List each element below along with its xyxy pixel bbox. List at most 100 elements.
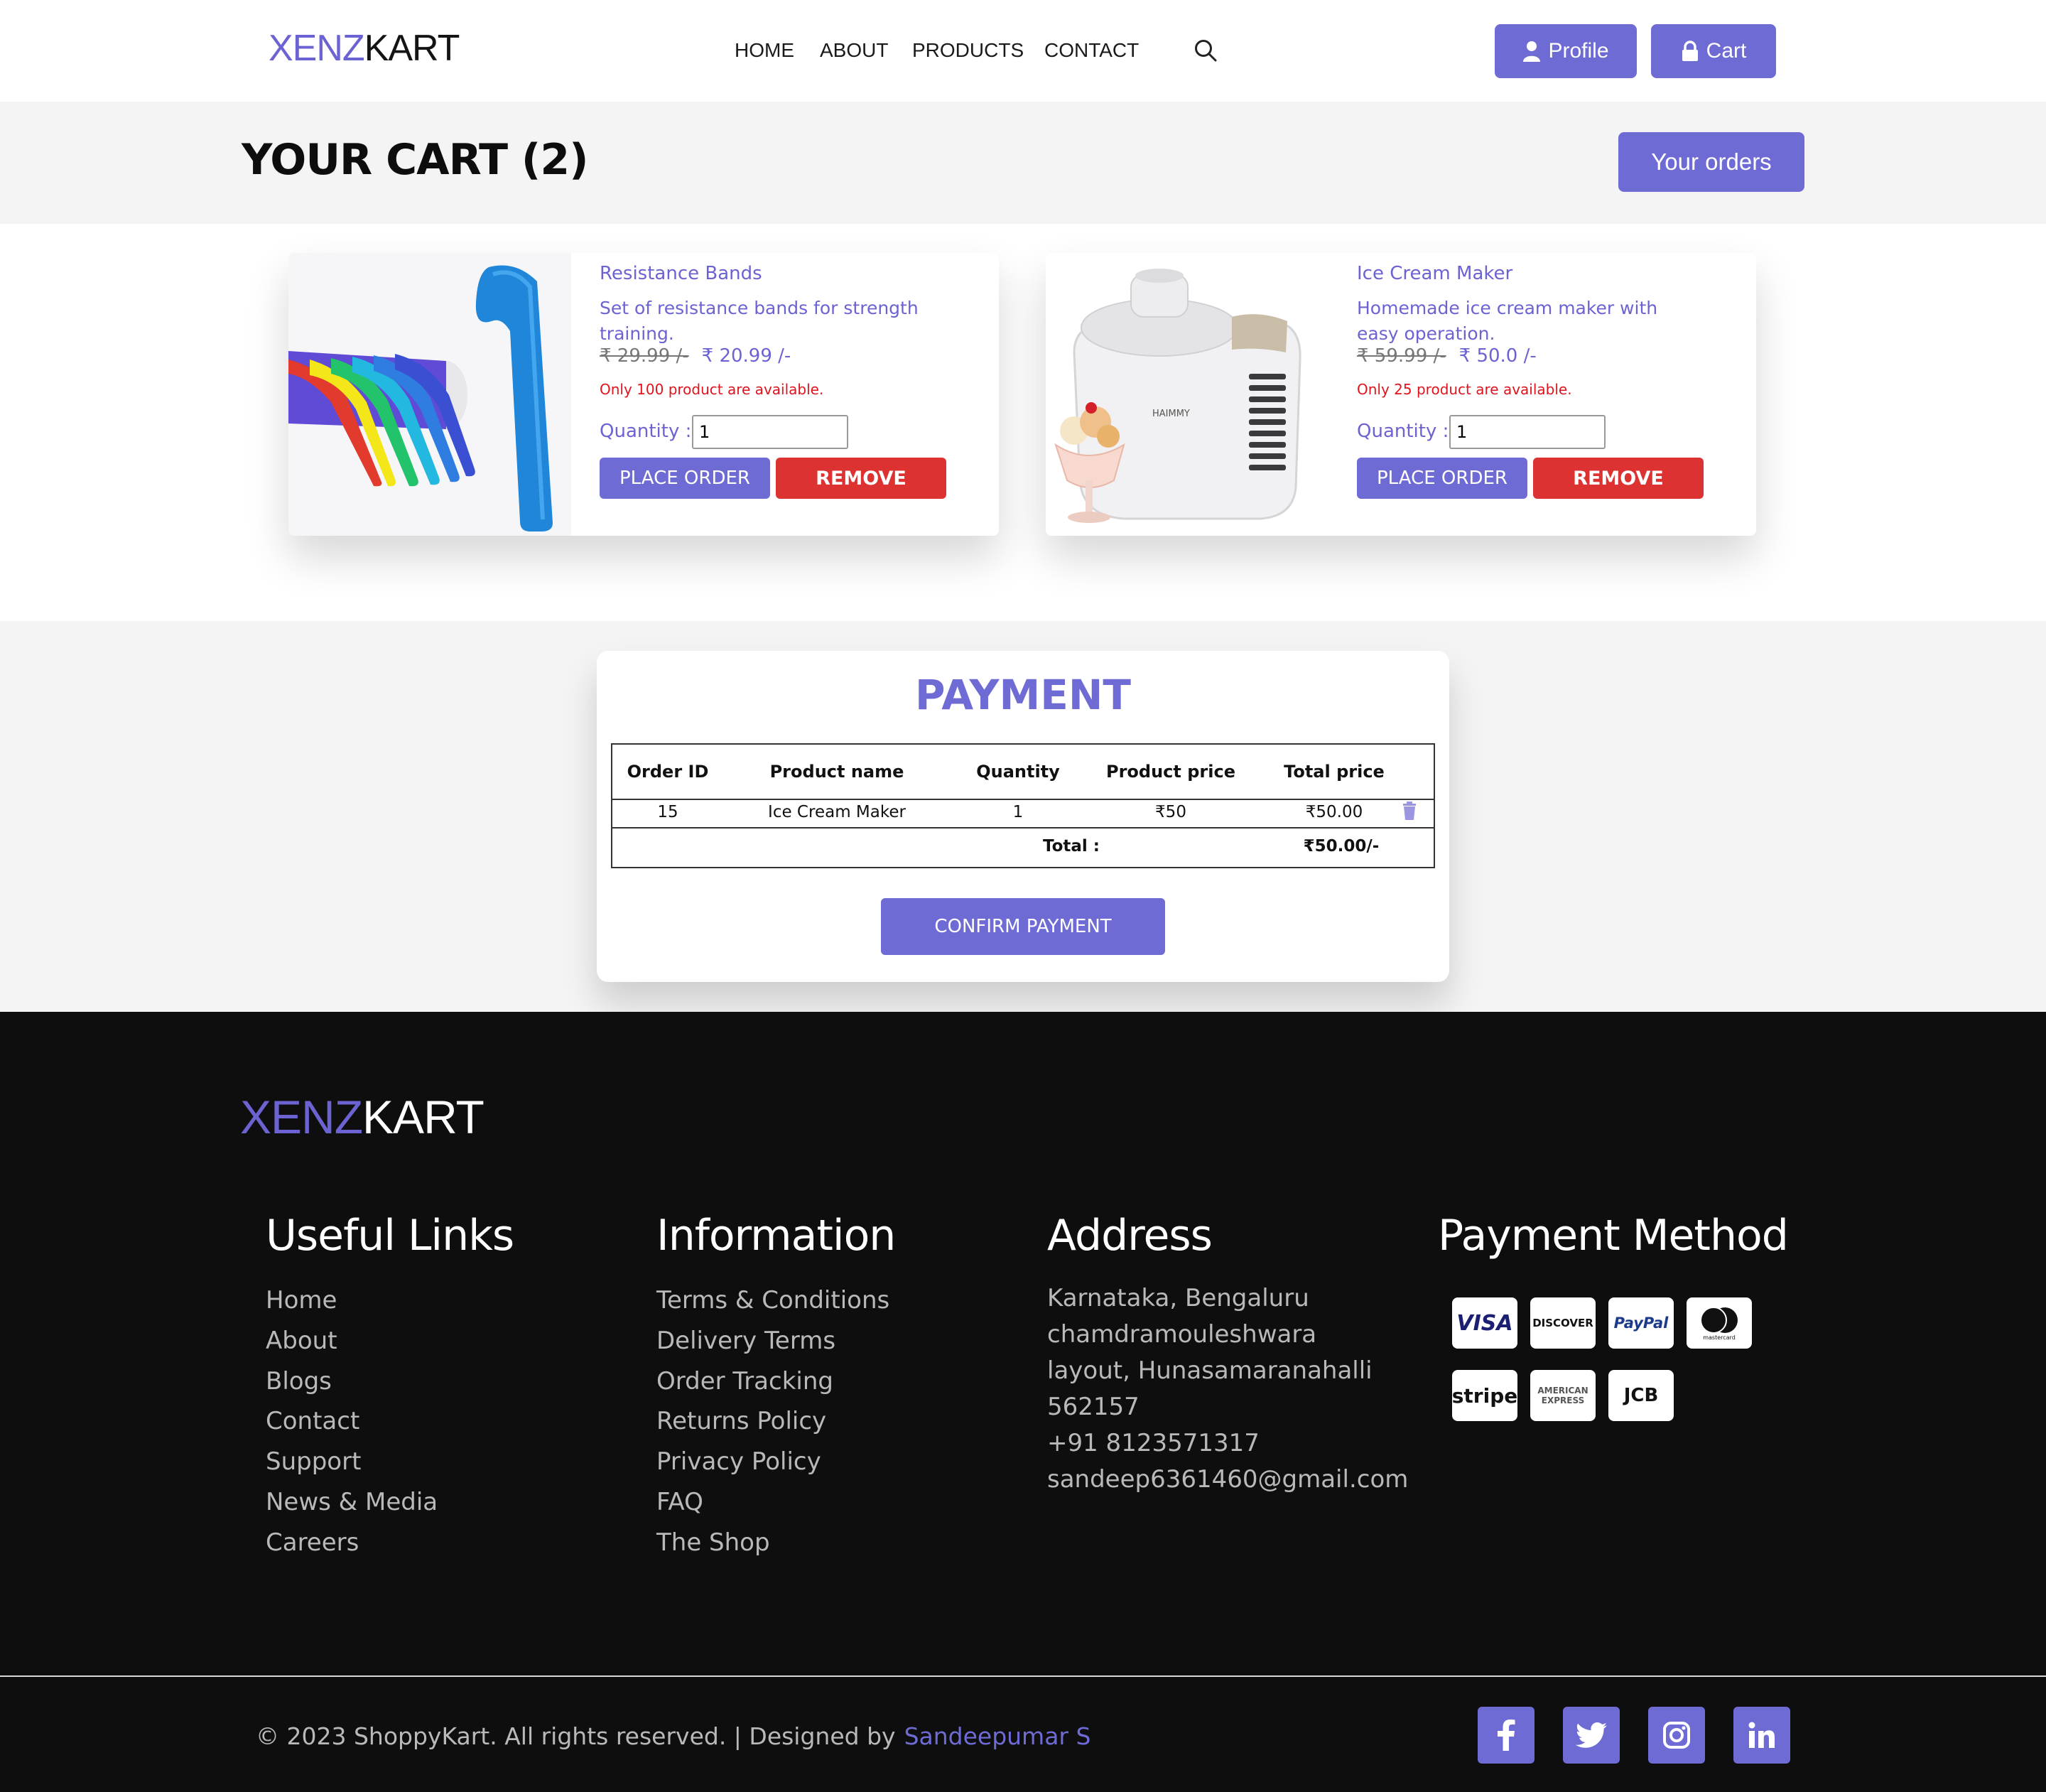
footer-link-returns-policy[interactable]: Returns Policy bbox=[656, 1401, 889, 1442]
product-price: ₹ 59.99 /- ₹ 50.0 /- bbox=[1357, 345, 1537, 367]
remove-button[interactable]: REMOVE bbox=[776, 458, 946, 499]
useful-links-list: Home About Blogs Contact Support News & … bbox=[266, 1280, 438, 1563]
address-line: Karnataka, Bengaluru bbox=[1047, 1284, 1309, 1312]
stock-notice: Only 25 product are available. bbox=[1357, 381, 1572, 398]
amex-icon: AMERICAN EXPRESS bbox=[1530, 1370, 1596, 1421]
information-list: Terms & Conditions Delivery Terms Order … bbox=[656, 1280, 889, 1563]
designer-link[interactable]: Sandeepumar S bbox=[904, 1722, 1091, 1750]
footer: XENZKART Useful Links Home About Blogs C… bbox=[0, 1012, 2046, 1792]
header-total-price: Total price bbox=[1284, 762, 1385, 782]
header-order-id: Order ID bbox=[627, 762, 709, 782]
nav-products[interactable]: PRODUCTS bbox=[912, 39, 1024, 62]
search-icon[interactable] bbox=[1194, 38, 1218, 63]
place-order-button[interactable]: PLACE ORDER bbox=[600, 458, 770, 499]
cart-item-card: Resistance Bands Set of resistance bands… bbox=[288, 253, 999, 536]
navbar: XENZKART HOME ABOUT PRODUCTS CONTACT Pro… bbox=[0, 0, 2046, 102]
address-line: chamdramouleshwara bbox=[1047, 1320, 1317, 1349]
brand-part-2: KART bbox=[364, 28, 460, 69]
product-image-resistance-bands bbox=[288, 253, 571, 536]
cell-product-price: ₹50 bbox=[1155, 803, 1186, 821]
footer-link-privacy-policy[interactable]: Privacy Policy bbox=[656, 1442, 889, 1482]
information-title: Information bbox=[656, 1211, 896, 1261]
remove-button[interactable]: REMOVE bbox=[1533, 458, 1704, 499]
footer-link-about[interactable]: About bbox=[266, 1321, 438, 1361]
product-name[interactable]: Ice Cream Maker bbox=[1357, 263, 1512, 284]
address-line: 562157 bbox=[1047, 1393, 1140, 1421]
product-image-label: HAIMMY bbox=[1152, 409, 1190, 419]
confirm-payment-button[interactable]: CONFIRM PAYMENT bbox=[881, 898, 1165, 955]
footer-link-delivery-terms[interactable]: Delivery Terms bbox=[656, 1321, 889, 1361]
cell-total-price: ₹50.00 bbox=[1305, 803, 1363, 821]
email-address[interactable]: sandeep6361460@gmail.com bbox=[1047, 1462, 1417, 1498]
footer-link-contact[interactable]: Contact bbox=[266, 1401, 438, 1442]
nav-about[interactable]: ABOUT bbox=[820, 39, 888, 62]
paypal-icon: PayPal bbox=[1608, 1297, 1674, 1349]
table-divider bbox=[612, 799, 1434, 800]
cell-quantity: 1 bbox=[1012, 803, 1024, 821]
cart-title: YOUR CART (2) bbox=[242, 135, 589, 185]
copyright: © 2023 ShoppyKart. All rights reserved. … bbox=[256, 1722, 1090, 1750]
stock-notice: Only 100 product are available. bbox=[600, 381, 824, 398]
profile-label: Profile bbox=[1548, 39, 1609, 63]
lock-icon bbox=[1682, 41, 1698, 61]
brand-part-1: XENZ bbox=[240, 1091, 363, 1143]
footer-link-order-tracking[interactable]: Order Tracking bbox=[656, 1361, 889, 1402]
copyright-text: © 2023 ShoppyKart. All rights reserved. … bbox=[256, 1722, 896, 1750]
profile-button[interactable]: Profile bbox=[1495, 24, 1637, 78]
brand-part-2: KART bbox=[362, 1091, 485, 1143]
footer-link-news-media[interactable]: News & Media bbox=[266, 1482, 438, 1523]
current-price: ₹ 20.99 /- bbox=[701, 345, 791, 367]
cart-item-card: HAIMMY Ice Cream Maker Homemade ice crea… bbox=[1046, 253, 1756, 536]
facebook-icon[interactable] bbox=[1478, 1707, 1534, 1764]
product-description: Homemade ice cream maker with easy opera… bbox=[1357, 298, 1658, 344]
header-quantity: Quantity bbox=[976, 762, 1060, 782]
phone-number: +91 8123571317 bbox=[1047, 1429, 1260, 1457]
address-block: Karnataka, Bengaluru chamdramouleshwara … bbox=[1047, 1280, 1417, 1498]
header-product-name: Product name bbox=[769, 762, 904, 782]
brand-logo[interactable]: XENZKART bbox=[269, 27, 460, 70]
cell-product-name: Ice Cream Maker bbox=[768, 803, 906, 821]
product-description: Set of resistance bands for strength tra… bbox=[600, 298, 919, 344]
your-orders-button[interactable]: Your orders bbox=[1618, 132, 1804, 192]
twitter-icon[interactable] bbox=[1563, 1707, 1620, 1764]
payment-method-title: Payment Method bbox=[1438, 1211, 1789, 1261]
page: XENZKART HOME ABOUT PRODUCTS CONTACT Pro… bbox=[0, 0, 2046, 1792]
footer-link-blogs[interactable]: Blogs bbox=[266, 1361, 438, 1402]
place-order-button[interactable]: PLACE ORDER bbox=[1357, 458, 1527, 499]
quantity-input[interactable] bbox=[692, 415, 848, 449]
cell-order-id: 15 bbox=[657, 803, 678, 821]
jcb-icon: JCB bbox=[1608, 1370, 1674, 1421]
nav-home[interactable]: HOME bbox=[735, 39, 794, 62]
footer-link-terms[interactable]: Terms & Conditions bbox=[656, 1280, 889, 1321]
footer-logo[interactable]: XENZKART bbox=[240, 1090, 485, 1144]
mastercard-label: mastercard bbox=[1703, 1334, 1736, 1341]
product-name[interactable]: Resistance Bands bbox=[600, 263, 762, 284]
cart-button[interactable]: Cart bbox=[1651, 24, 1776, 78]
payment-title: PAYMENT bbox=[915, 671, 1131, 719]
linkedin-icon[interactable] bbox=[1733, 1707, 1790, 1764]
instagram-icon[interactable] bbox=[1648, 1707, 1705, 1764]
discover-icon: DISCOVER bbox=[1530, 1297, 1596, 1349]
trash-icon[interactable] bbox=[1401, 801, 1418, 820]
footer-link-home[interactable]: Home bbox=[266, 1280, 438, 1321]
footer-link-the-shop[interactable]: The Shop bbox=[656, 1523, 889, 1563]
footer-link-support[interactable]: Support bbox=[266, 1442, 438, 1482]
nav-contact[interactable]: CONTACT bbox=[1044, 39, 1139, 62]
payment-panel: PAYMENT Order ID Product name Quantity P… bbox=[597, 651, 1449, 982]
brand-part-1: XENZ bbox=[269, 28, 365, 69]
mastercard-icon: mastercard bbox=[1687, 1297, 1752, 1349]
footer-divider bbox=[0, 1675, 2046, 1677]
table-divider bbox=[612, 827, 1434, 828]
cart-label: Cart bbox=[1706, 39, 1747, 63]
total-value: ₹50.00/- bbox=[1303, 837, 1380, 855]
header-product-price: Product price bbox=[1106, 762, 1235, 782]
quantity-label: Quantity : bbox=[600, 421, 692, 442]
footer-link-careers[interactable]: Careers bbox=[266, 1523, 438, 1563]
product-price: ₹ 29.99 /- ₹ 20.99 /- bbox=[600, 345, 791, 367]
product-image-ice-cream-maker: HAIMMY bbox=[1046, 253, 1328, 536]
footer-link-faq[interactable]: FAQ bbox=[656, 1482, 889, 1523]
useful-links-title: Useful Links bbox=[266, 1211, 514, 1261]
quantity-input[interactable] bbox=[1449, 415, 1606, 449]
payment-table: Order ID Product name Quantity Product p… bbox=[611, 743, 1435, 868]
old-price: ₹ 59.99 /- bbox=[1357, 345, 1446, 367]
